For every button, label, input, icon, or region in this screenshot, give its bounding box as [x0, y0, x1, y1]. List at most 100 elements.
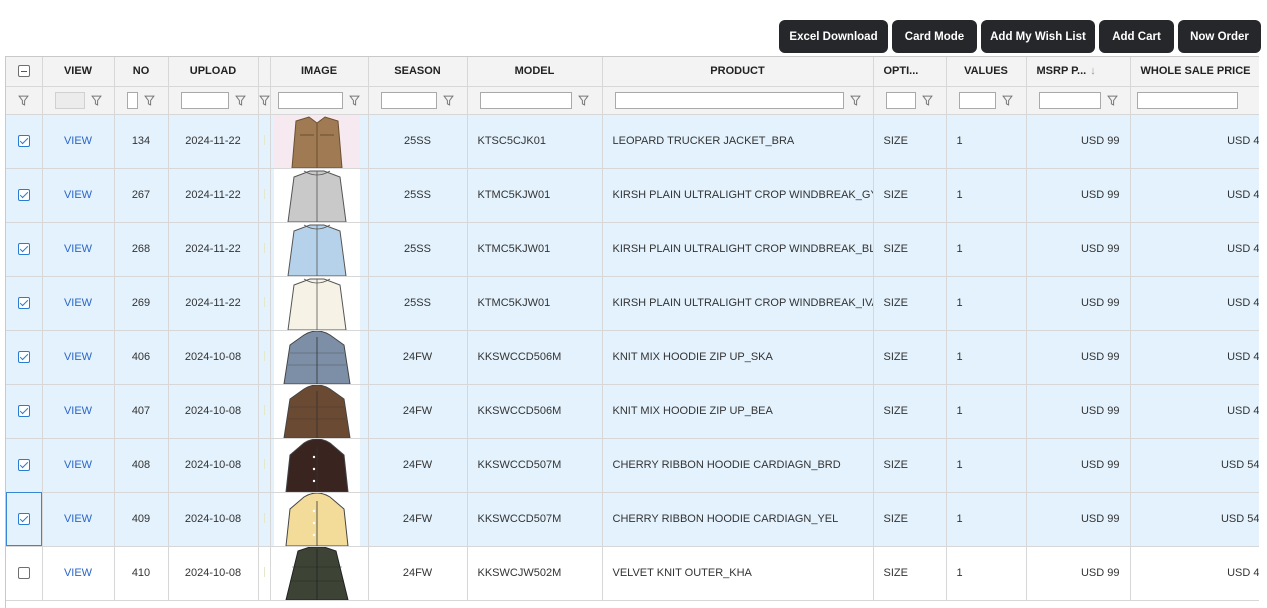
filter-icon[interactable]: [922, 95, 933, 106]
row-select-cell: [6, 222, 43, 277]
product-thumbnail[interactable]: [273, 114, 360, 167]
now-order-button[interactable]: Now Order: [1178, 20, 1261, 53]
filter-image-input[interactable]: [278, 91, 343, 109]
filter-upload: [168, 86, 259, 115]
table-row[interactable]: VIEW 407 2024-10-08 24FW KKSWCCD506M KNI…: [6, 384, 1261, 439]
season-cell: 24FW: [368, 438, 468, 493]
row-checkbox[interactable]: [17, 405, 30, 418]
filter-icon[interactable]: [18, 95, 30, 106]
filter-icon[interactable]: [234, 95, 246, 106]
vertical-scrollbar[interactable]: [1259, 56, 1267, 608]
option-cell: SIZE: [873, 438, 947, 493]
product-thumbnail[interactable]: [273, 492, 360, 545]
model-cell: KTMC5KJW01: [467, 222, 603, 277]
add-cart-button[interactable]: Add Cart: [1099, 20, 1174, 53]
header-view[interactable]: VIEW: [42, 57, 115, 87]
windbreaker-icon: [273, 168, 360, 221]
table-row[interactable]: VIEW 267 2024-11-22 25SS KTMC5KJW01 KIRS…: [6, 168, 1261, 223]
product-thumbnail[interactable]: [273, 330, 360, 383]
spacer-mark: [263, 350, 265, 361]
table-row[interactable]: VIEW 134 2024-11-22 25SS KTSC5CJK01 LEOP…: [6, 114, 1261, 169]
table-row[interactable]: VIEW 406 2024-10-08 24FW KKSWCCD506M KNI…: [6, 330, 1261, 385]
product-thumbnail[interactable]: [273, 438, 360, 491]
msrp-cell: USD 99: [1026, 222, 1131, 277]
filter-icon[interactable]: [1106, 95, 1118, 106]
product-thumbnail[interactable]: [273, 384, 360, 437]
sort-desc-icon[interactable]: ↓: [1090, 65, 1096, 77]
product-thumbnail[interactable]: [273, 222, 360, 275]
row-checkbox[interactable]: [17, 513, 30, 526]
view-link[interactable]: VIEW: [64, 135, 92, 147]
filter-wholesale-input[interactable]: [1136, 91, 1238, 109]
header-upload[interactable]: UPLOAD: [168, 57, 259, 87]
table-row[interactable]: VIEW 408 2024-10-08 24FW KKSWCCD507M CHE…: [6, 438, 1261, 493]
row-checkbox[interactable]: [17, 351, 30, 364]
table-row[interactable]: VIEW 410 2024-10-08 24FW KKSWCJW502M VEL…: [6, 546, 1261, 601]
filter-icon[interactable]: [144, 95, 155, 106]
header-no[interactable]: NO: [114, 57, 169, 87]
filter-values-input[interactable]: [959, 91, 996, 109]
row-checkbox[interactable]: [17, 243, 30, 256]
filter-view-input[interactable]: [54, 91, 85, 109]
filter-options: [873, 86, 947, 115]
header-product[interactable]: PRODUCT: [602, 57, 874, 87]
filter-icon[interactable]: [349, 95, 360, 106]
select-all-checkbox[interactable]: [17, 65, 30, 78]
wholesale-cell: USD 4: [1130, 276, 1261, 331]
view-link[interactable]: VIEW: [64, 243, 92, 255]
header-season[interactable]: SEASON: [368, 57, 468, 87]
view-link[interactable]: VIEW: [64, 567, 92, 579]
season-cell: 25SS: [368, 222, 468, 277]
filter-no-input[interactable]: [127, 91, 138, 109]
product-cell: CHERRY RIBBON HOODIE CARDIAGN_YEL: [602, 492, 874, 547]
header-values[interactable]: VALUES: [946, 57, 1027, 87]
view-link[interactable]: VIEW: [64, 459, 92, 471]
filter-upload-input[interactable]: [180, 91, 229, 109]
card-mode-button[interactable]: Card Mode: [892, 20, 977, 53]
row-checkbox[interactable]: [17, 297, 30, 310]
view-link[interactable]: VIEW: [64, 351, 92, 363]
header-image[interactable]: IMAGE: [270, 57, 369, 87]
row-checkbox[interactable]: [17, 459, 30, 472]
filter-icon[interactable]: [578, 95, 589, 106]
row-checkbox[interactable]: [17, 189, 30, 202]
product-grid: VIEW NO UPLOAD IMAGE SEASON MODEL PRODUC…: [5, 56, 1267, 608]
image-cell: [270, 492, 369, 547]
row-select-cell: [6, 330, 43, 385]
product-thumbnail[interactable]: [273, 168, 360, 221]
header-model[interactable]: MODEL: [467, 57, 603, 87]
view-link[interactable]: VIEW: [64, 405, 92, 417]
filter-icon[interactable]: [258, 95, 270, 106]
table-row[interactable]: VIEW 268 2024-11-22 25SS KTMC5KJW01 KIRS…: [6, 222, 1261, 277]
header-options[interactable]: OPTI...: [873, 57, 947, 87]
view-link[interactable]: VIEW: [64, 297, 92, 309]
filter-options-input[interactable]: [886, 91, 916, 109]
view-link[interactable]: VIEW: [64, 513, 92, 525]
filter-icon[interactable]: [1002, 95, 1013, 106]
excel-download-button[interactable]: Excel Download: [779, 20, 888, 53]
row-checkbox[interactable]: [17, 135, 30, 148]
product-thumbnail[interactable]: [273, 276, 360, 329]
add-wish-list-button[interactable]: Add My Wish List: [981, 20, 1095, 53]
view-cell: VIEW: [42, 168, 115, 223]
row-checkbox[interactable]: [17, 567, 30, 580]
model-cell: KTMC5KJW01: [467, 168, 603, 223]
season-cell: 24FW: [368, 330, 468, 385]
filter-season-input[interactable]: [381, 91, 437, 109]
msrp-cell: USD 99: [1026, 276, 1131, 331]
filter-product-input[interactable]: [614, 91, 844, 109]
filter-msrp-input[interactable]: [1038, 91, 1101, 109]
filter-model-input[interactable]: [480, 91, 572, 109]
header-msrp[interactable]: MSRP P... ↓: [1026, 57, 1131, 87]
header-wholesale[interactable]: WHOLE SALE PRICE: [1130, 57, 1261, 87]
filter-icon[interactable]: [90, 95, 102, 106]
product-thumbnail[interactable]: [273, 546, 360, 599]
spacer-cell: [258, 492, 271, 547]
msrp-cell: USD 99: [1026, 168, 1131, 223]
table-row[interactable]: VIEW 409 2024-10-08 24FW KKSWCCD507M CHE…: [6, 492, 1261, 547]
view-link[interactable]: VIEW: [64, 189, 92, 201]
trucker-jacket-icon: [273, 114, 360, 167]
table-row[interactable]: VIEW 269 2024-11-22 25SS KTMC5KJW01 KIRS…: [6, 276, 1261, 331]
filter-icon[interactable]: [849, 95, 861, 106]
filter-icon[interactable]: [443, 95, 454, 106]
